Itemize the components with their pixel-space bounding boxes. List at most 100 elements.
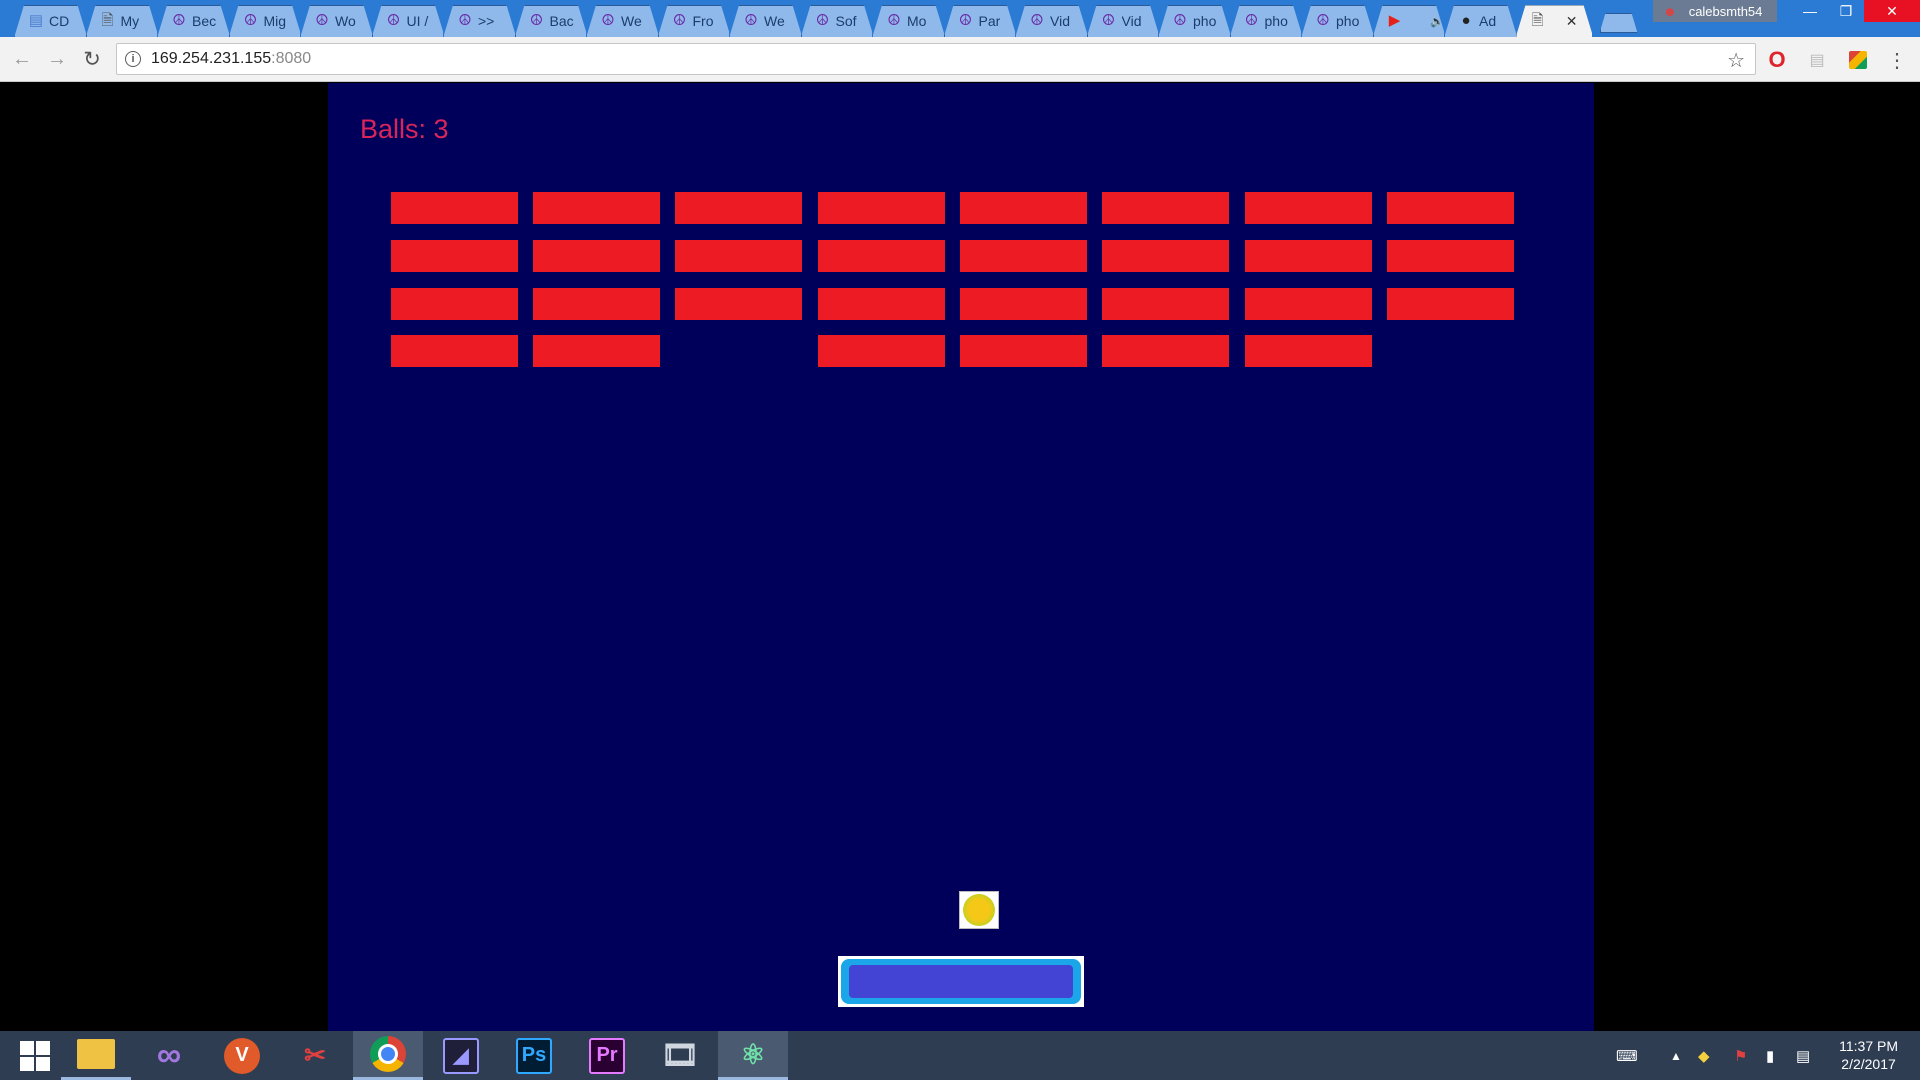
peace-icon: ☮ [958,12,973,29]
tab-title: Wo [335,13,356,29]
audio-playing-icon[interactable]: 🔈 [1430,15,1444,28]
brick [391,335,518,367]
tab-title: Bac [549,13,574,29]
maximize-button[interactable]: ❐ [1828,0,1864,22]
close-tab-icon[interactable]: ✕ [1566,13,1578,30]
taskbar-premiere[interactable]: Pr [572,1031,642,1080]
peace-icon: ☮ [315,12,329,29]
taskbar-atom[interactable]: ⚛ [718,1031,788,1080]
brick [818,288,945,320]
tab-title: Fro [692,13,714,29]
browser-tab[interactable]: ☮ pho [1301,5,1373,37]
brick [533,335,660,367]
browser-tab[interactable]: ☮ Vid [1087,5,1159,37]
peace-icon: ☮ [601,12,615,29]
brick [1387,240,1514,272]
browser-tab[interactable]: ☮ Par [944,5,1016,37]
reload-button[interactable]: ↻ [80,47,104,71]
tab-title: Ad [1479,13,1497,29]
paddle[interactable] [838,956,1084,1007]
peace-icon: ☮ [243,12,258,29]
peace-icon: ☮ [172,12,186,29]
visual-studio-icon: ∞ [156,1036,182,1074]
brick [1245,240,1372,272]
browser-tab[interactable]: ☮ >> [443,5,515,37]
new-tab-button[interactable] [1600,13,1638,33]
browser-tab[interactable]: ▤ CD [14,5,86,37]
browser-tab[interactable]: ☮ Bec [157,5,229,37]
profile-button[interactable]: ☻ calebsmth54 [1653,0,1777,22]
profile-name: calebsmth54 [1688,3,1763,19]
game-canvas[interactable]: Balls: 3 [328,83,1594,1031]
ball [959,891,999,929]
battery-icon[interactable]: ▮ [1766,1031,1774,1080]
address-bar[interactable]: i 169.254.231.155:8080 ☆ [116,43,1756,75]
network-icon[interactable]: ▤ [1796,1031,1810,1080]
taskbar-snipping-tool[interactable]: ✂ [280,1031,350,1080]
taskbar-visual-studio[interactable]: ∞ [134,1031,204,1080]
peace-icon: ☮ [815,12,830,29]
browser-tab[interactable]: ☮ Sof [801,5,873,37]
site-info-icon[interactable]: i [125,51,141,67]
minimize-button[interactable]: — [1792,0,1828,22]
tab-title: Sof [835,13,857,29]
tray-app-icon[interactable]: ◆ [1698,1031,1710,1080]
taskbar-chrome[interactable] [353,1031,423,1080]
taskbar-film-app[interactable]: 🎞 [645,1031,715,1080]
windows-taskbar: ∞ V ✂ ◢ Ps Pr 🎞 ⚛ ⌨ ▲ ◆ ⚑ ▮ ▤ 11:37 PM 2… [0,1031,1920,1080]
browser-tab[interactable]: ☮ Mo [872,5,944,37]
browser-tab[interactable]: ☮ Fro [658,5,730,37]
browser-tab[interactable]: ☮ We [586,5,658,37]
tab-title: pho [1264,13,1288,29]
atom-icon: ⚛ [740,1038,766,1070]
flag-icon[interactable]: ⚑ [1734,1031,1747,1080]
browser-tab[interactable]: ● Ad [1444,5,1516,37]
docs-icon: ▤ [28,12,44,29]
show-hidden-icons-button[interactable]: ▲ [1670,1031,1682,1080]
browser-menu-icon[interactable]: ⋮ [1886,49,1908,72]
snipping-tool-icon: ✂ [304,1040,326,1070]
google-extension-icon[interactable] [1847,49,1869,71]
bookmark-star-icon[interactable]: ☆ [1727,48,1745,73]
back-button[interactable]: ← [10,47,34,71]
browser-tab[interactable]: 🗎 My [86,5,158,37]
brick [675,192,802,224]
taskbar-file-explorer[interactable] [61,1031,131,1080]
forward-button[interactable]: → [45,47,69,71]
browser-tab[interactable]: ☮ UI / [372,5,444,37]
brick [533,288,660,320]
browser-tab[interactable]: ☮ Vid [1015,5,1087,37]
taskbar-media-encoder[interactable]: ◢ [426,1031,496,1080]
taskbar-photoshop[interactable]: Ps [499,1031,569,1080]
vivaldi-icon: V [224,1037,260,1074]
opera-extension-icon[interactable]: O [1766,47,1788,72]
browser-tab[interactable]: ☮ pho [1158,5,1230,37]
tab-title: Vid [1050,13,1070,29]
cast-extension-icon[interactable]: ▤ [1806,49,1828,71]
brick [1245,192,1372,224]
browser-tab[interactable]: ☮ pho [1230,5,1302,37]
taskbar-vivaldi[interactable]: V [207,1031,277,1080]
touch-keyboard-icon[interactable]: ⌨ [1616,1031,1638,1080]
clock[interactable]: 11:37 PM 2/2/2017 [1839,1037,1898,1073]
browser-tab[interactable]: ☮ Mig [229,5,301,37]
file-explorer-icon [77,1039,115,1069]
peace-icon: ☮ [386,12,401,29]
tab-title: Par [978,13,1001,29]
brick [1387,288,1514,320]
close-window-button[interactable]: ✕ [1864,0,1920,22]
clock-date: 2/2/2017 [1841,1056,1896,1072]
browser-tab[interactable]: ☮ Wo [300,5,372,37]
paddle-border [841,959,1081,1004]
paddle-core [849,965,1073,998]
page-icon: 🗎 [1531,12,1544,29]
brick [818,335,945,367]
start-button[interactable] [0,1031,70,1080]
browser-tab[interactable]: ▶ 🔈 [1373,5,1444,37]
film-icon: 🎞 [660,1039,700,1072]
browser-tab[interactable]: ☮ We [729,5,801,37]
brick [1245,335,1372,367]
browser-tab[interactable]: ☮ Bac [515,5,587,37]
browser-tab[interactable]: 🗎 ✕ [1516,5,1592,37]
brick [1102,288,1229,320]
